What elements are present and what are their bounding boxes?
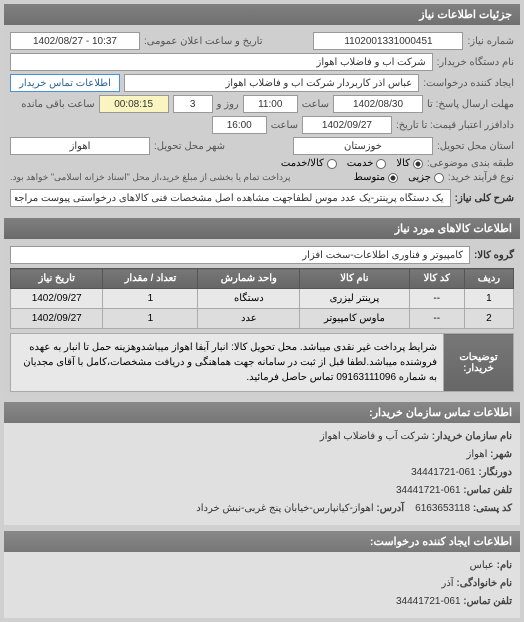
option-label: متوسط (354, 172, 385, 183)
table-row[interactable]: 2--ماوس کامپیوترعدد11402/09/27 (11, 309, 514, 329)
goods-header: اطلاعات کالاهای مورد نیاز (4, 218, 520, 239)
request-creator-field[interactable] (124, 74, 419, 92)
table-cell: 1 (103, 289, 198, 309)
tel-key: تلفن تماس: (463, 485, 512, 496)
contact-header: اطلاعات تماس سازمان خریدار: (4, 402, 520, 423)
org-name-key: نام سازمان خریدار: (432, 431, 512, 442)
table-header: تاریخ نیاز (11, 269, 103, 289)
goods-group-label: گروه کالا: (474, 250, 514, 261)
qty-option-medium[interactable]: متوسط (354, 172, 398, 183)
table-header: ردیف (464, 269, 513, 289)
response-time-field[interactable] (243, 95, 298, 113)
city-key: شهر: (490, 449, 512, 460)
table-cell: -- (409, 309, 464, 329)
delivery-city-label: شهر محل تحویل: (154, 141, 225, 152)
radio-icon (388, 173, 398, 183)
goods-table: ردیفکد کالانام کالاواحد شمارشتعداد / مقد… (10, 268, 514, 329)
public-announce-label: تاریخ و ساعت اعلان عمومی: (144, 36, 263, 47)
table-cell: دستگاه (198, 289, 300, 309)
creator-name-key: نام: (497, 560, 512, 571)
general-desc-label: شرح کلی نیاز: (455, 193, 514, 204)
table-row[interactable]: 1--پرینتر لیزریدستگاه11402/09/27 (11, 289, 514, 309)
table-header: کد کالا (409, 269, 464, 289)
public-announce-field[interactable] (10, 32, 140, 50)
qty-radio-group: جزیی متوسط (354, 172, 444, 183)
pretel-val: 061-34441721 (411, 467, 476, 478)
request-number-field[interactable] (313, 32, 463, 50)
delivery-city-field[interactable] (10, 137, 150, 155)
table-cell: 1402/09/27 (11, 309, 103, 329)
creator-family-val: آذر (442, 578, 454, 589)
remaining-time-label: ساعت باقی مانده (21, 99, 94, 110)
creator-tel-key: تلفن تماس: (463, 596, 512, 607)
days-left-field[interactable] (173, 95, 213, 113)
table-cell: 2 (464, 309, 513, 329)
buyer-contact-button[interactable]: اطلاعات تماس خریدار (10, 74, 120, 92)
response-deadline-label: مهلت ارسال پاسخ: تا (427, 99, 514, 110)
post-val: 6163653118 (415, 503, 470, 514)
grouping-option-service[interactable]: خدمت (347, 158, 387, 169)
option-label: جزیی (408, 172, 431, 183)
table-cell: پرینتر لیزری (300, 289, 409, 309)
pretel-key: دورنگار: (478, 467, 512, 478)
price-date-field[interactable] (302, 116, 392, 134)
time-label-1: ساعت (302, 99, 329, 110)
option-label: خدمت (347, 158, 374, 169)
table-cell: -- (409, 289, 464, 309)
radio-icon (327, 159, 337, 169)
response-date-field[interactable] (333, 95, 423, 113)
price-time-field[interactable] (212, 116, 267, 134)
creator-tel-val: 061-34441721 (396, 596, 461, 607)
radio-icon (434, 173, 444, 183)
post-key: کد پستی: (473, 503, 512, 514)
radio-icon (376, 159, 386, 169)
time-label-2: ساعت (271, 120, 298, 131)
grouping-radio-group: کالا خدمت کالا/خدمت (281, 158, 423, 169)
table-cell: 1402/09/27 (11, 289, 103, 309)
goods-group-field[interactable] (10, 246, 470, 264)
general-desc-field[interactable] (10, 189, 451, 207)
table-cell: 1 (464, 289, 513, 309)
delivery-province-label: استان محل تحویل: (437, 141, 514, 152)
buyer-name-label: نام دستگاه خریدار: (437, 57, 514, 68)
price-validity-label: دادافزر اعتبار قیمت: تا تاریخ: (396, 120, 514, 131)
contact-body: نام سازمان خریدار: شرکت آب و فاضلاب اهوا… (4, 423, 520, 525)
delivery-province-field[interactable] (293, 137, 433, 155)
buyer-name-field[interactable] (10, 53, 433, 71)
table-header: نام کالا (300, 269, 409, 289)
creator-body: نام: عباس نام خانوادگی: آذر تلفن تماس: 0… (4, 552, 520, 618)
remaining-time-field[interactable] (99, 95, 169, 113)
table-header: تعداد / مقدار (103, 269, 198, 289)
request-number-label: شماره نیاز: (467, 36, 514, 47)
org-name-val: شرکت آب و فاضلاب اهواز (320, 431, 429, 442)
qty-type-label: نوع فرآیند خرید: (448, 172, 514, 183)
page-title: جزئیات اطلاعات نیاز (4, 4, 520, 25)
buyer-desc-text: شرایط پرداخت غیر نقدی میباشد. محل تحویل … (11, 334, 444, 392)
grouping-option-both[interactable]: کالا/خدمت (281, 158, 337, 169)
city-val: اهواز (467, 449, 488, 460)
creator-name-val: عباس (470, 560, 494, 571)
table-header: واحد شمارش (198, 269, 300, 289)
request-creator-label: ایجاد کننده درخواست: (423, 78, 514, 89)
details-section: شماره نیاز: تاریخ و ساعت اعلان عمومی: نا… (4, 25, 520, 214)
table-cell: ماوس کامپیوتر (300, 309, 409, 329)
addr-val: اهواز-کیانپارس-خیابان پنج غربی-نبش خرداد (196, 503, 373, 514)
grouping-label: طبقه بندی موضوعی: (427, 158, 514, 169)
addr-key: آدرس: (376, 503, 404, 514)
creator-header: اطلاعات ایجاد کننده درخواست: (4, 531, 520, 552)
buyer-desc-label: توضیحات خریدار: (444, 334, 514, 392)
creator-family-key: نام خانوادگی: (456, 578, 512, 589)
table-cell: عدد (198, 309, 300, 329)
option-label: کالا (396, 158, 410, 169)
tel-val: 061-34441721 (396, 485, 461, 496)
grouping-option-goods[interactable]: کالا (396, 158, 423, 169)
table-cell: 1 (103, 309, 198, 329)
and-label: روز و (217, 99, 239, 110)
radio-icon (413, 159, 423, 169)
option-label: کالا/خدمت (281, 158, 324, 169)
qty-option-partial[interactable]: جزیی (408, 172, 444, 183)
payment-note: پرداخت تمام یا بخشی از مبلغ خرید،از محل … (10, 172, 290, 183)
